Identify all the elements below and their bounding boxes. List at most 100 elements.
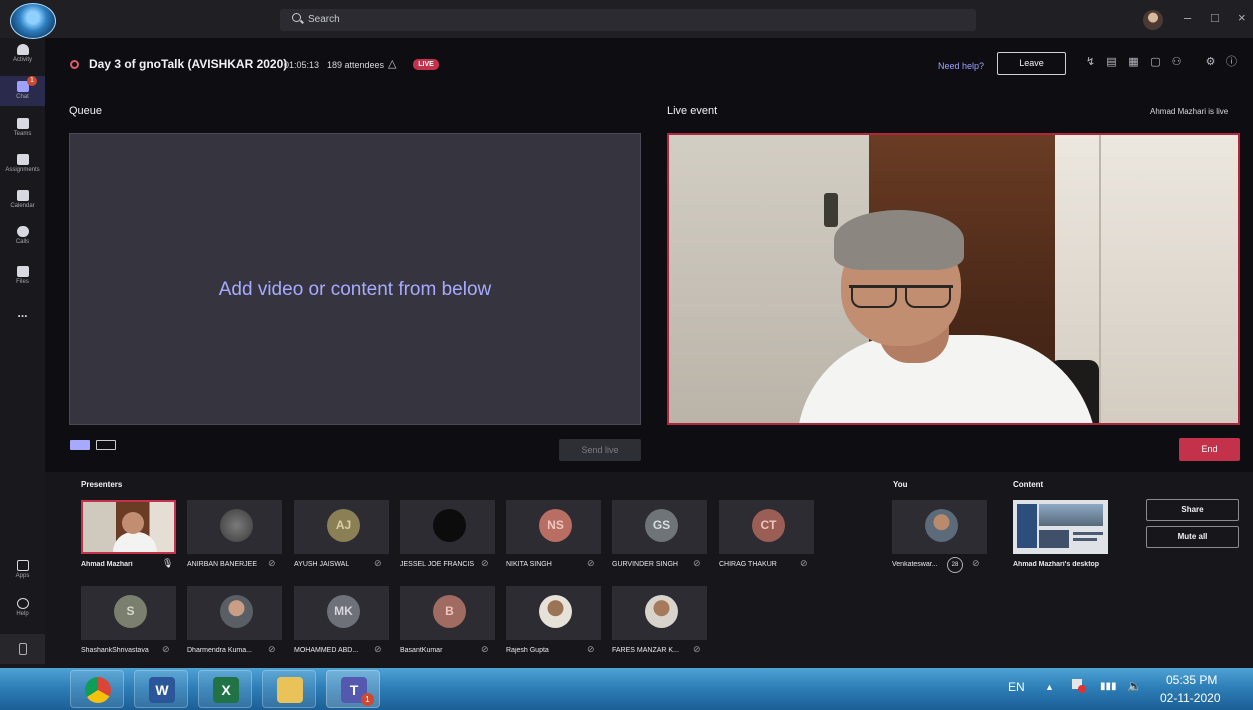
- live-status-text: Ahmad Mazhari is live: [1150, 107, 1229, 116]
- presenters-heading: Presenters: [81, 480, 123, 489]
- mic-off-icon[interactable]: ⊘: [800, 558, 808, 569]
- presenter-tile-rajesh[interactable]: [506, 586, 601, 640]
- profile-avatar[interactable]: [1143, 10, 1163, 30]
- you-tile[interactable]: [892, 500, 987, 554]
- health-icon[interactable]: ↯: [1084, 56, 1097, 69]
- queue-panel[interactable]: Add video or content from below: [69, 133, 641, 425]
- taskbar-word[interactable]: W: [134, 670, 188, 708]
- more-icon[interactable]: ...: [0, 306, 45, 322]
- volume-icon[interactable]: 🔈: [1127, 679, 1142, 693]
- presenter-tile-mohammed[interactable]: MK: [294, 586, 389, 640]
- mic-off-icon[interactable]: ⊘: [481, 558, 489, 569]
- avatar: AJ: [327, 509, 360, 542]
- mic-on-icon[interactable]: 🎙: [162, 558, 173, 569]
- side-by-side-layout-icon[interactable]: [96, 440, 116, 450]
- presenter-name: JESSEL JOE FRANCIS: [400, 561, 475, 568]
- mic-off-icon[interactable]: ⊘: [162, 644, 170, 655]
- taskbar-teams[interactable]: T 1: [326, 670, 380, 708]
- rail-help[interactable]: Help: [0, 598, 45, 624]
- mic-off-icon[interactable]: ⊘: [374, 558, 382, 569]
- warning-icon[interactable]: △: [388, 57, 396, 70]
- presenter-tile-anirban[interactable]: [187, 500, 282, 554]
- help-icon: [16, 598, 29, 609]
- content-tile-desktop[interactable]: [1013, 500, 1108, 554]
- qa-icon[interactable]: ▢: [1149, 56, 1162, 69]
- live-event-heading: Live event: [667, 105, 718, 117]
- presenter-tile-jessel[interactable]: [400, 500, 495, 554]
- rail-apps-label: Apps: [15, 573, 30, 579]
- start-button[interactable]: [10, 3, 56, 39]
- mic-off-icon[interactable]: ⊘: [587, 558, 595, 569]
- live-video-feed: [667, 133, 1240, 425]
- presenter-tile-fares[interactable]: [612, 586, 707, 640]
- mic-off-icon[interactable]: ⊘: [587, 644, 595, 655]
- minimize-button[interactable]: –: [1184, 10, 1191, 25]
- clock-time[interactable]: 05:35 PM: [1166, 673, 1217, 687]
- presenter-name: AYUSH JAISWAL: [294, 561, 350, 568]
- info-icon[interactable]: ⓘ: [1225, 56, 1238, 69]
- presenter-tile-ayush[interactable]: AJ: [294, 500, 389, 554]
- presenter-name: Ahmad Mazhari: [81, 561, 133, 568]
- settings-icon[interactable]: ⚙: [1204, 56, 1217, 69]
- rail-teams[interactable]: Teams: [0, 118, 45, 144]
- presenter-tile-nikita[interactable]: NS: [506, 500, 601, 554]
- presenter-tile-chirag[interactable]: CT: [719, 500, 814, 554]
- rail-calls[interactable]: Calls: [0, 226, 45, 252]
- avatar: [925, 509, 958, 542]
- rail-files[interactable]: Files: [0, 266, 45, 292]
- calendar-icon: [16, 190, 29, 201]
- language-indicator[interactable]: EN: [1008, 680, 1025, 694]
- taskbar-excel[interactable]: X: [198, 670, 252, 708]
- presenter-tile-gurvinder[interactable]: GS: [612, 500, 707, 554]
- mic-off-icon[interactable]: ⊘: [268, 558, 276, 569]
- rail-assignments[interactable]: Assignments: [0, 154, 45, 180]
- live-badge: LIVE: [413, 59, 439, 70]
- notes-icon[interactable]: ▦: [1127, 56, 1140, 69]
- mic-off-icon[interactable]: ⊘: [268, 644, 276, 655]
- rail-apps[interactable]: Apps: [0, 560, 45, 586]
- signal-icon[interactable]: ▮▮▮: [1100, 681, 1117, 692]
- mic-off-icon[interactable]: ⊘: [481, 644, 489, 655]
- close-button[interactable]: ×: [1238, 10, 1246, 25]
- clock-date[interactable]: 02-11-2020: [1160, 691, 1221, 705]
- rail-activity[interactable]: Activity: [0, 44, 45, 72]
- rail-calendar[interactable]: Calendar: [0, 190, 45, 216]
- mute-all-button[interactable]: Mute all: [1146, 526, 1239, 548]
- mic-off-icon[interactable]: ⊘: [693, 558, 701, 569]
- participants-icon[interactable]: ⚇: [1170, 56, 1183, 69]
- presenter-name: GURVINDER SINGH: [612, 561, 678, 568]
- presenter-name: Dharmendra Kuma...: [187, 647, 252, 654]
- elapsed-time: 01:05:13: [284, 60, 320, 70]
- chrome-icon: [85, 677, 111, 703]
- need-help-link[interactable]: Need help?: [938, 61, 984, 71]
- network-flag-icon[interactable]: [1072, 679, 1086, 693]
- mic-off-icon[interactable]: ⊘: [693, 644, 701, 655]
- search-placeholder: Search: [308, 14, 340, 25]
- send-live-button[interactable]: Send live: [559, 439, 641, 461]
- maximize-button[interactable]: □: [1211, 10, 1219, 25]
- recording-indicator-icon: [70, 60, 79, 69]
- presenter-tile-basant[interactable]: B: [400, 586, 495, 640]
- show-hidden-icons-icon[interactable]: ▲: [1045, 682, 1054, 692]
- share-button[interactable]: Share: [1146, 499, 1239, 521]
- single-layout-icon[interactable]: [70, 440, 90, 450]
- end-button[interactable]: End: [1179, 438, 1240, 461]
- leave-button[interactable]: Leave: [997, 52, 1066, 75]
- presenter-tile-shashank[interactable]: S: [81, 586, 176, 640]
- mobile-device-button[interactable]: [0, 634, 45, 664]
- queue-heading: Queue: [69, 105, 103, 117]
- rail-chat[interactable]: 1 Chat: [0, 76, 45, 106]
- presenter-name: MOHAMMED ABD...: [294, 647, 359, 654]
- chat-panel-icon[interactable]: ▤: [1105, 56, 1118, 69]
- teams-icon: [16, 118, 29, 129]
- search-input[interactable]: Search: [280, 9, 976, 31]
- mic-off-icon[interactable]: ⊘: [972, 558, 980, 569]
- rail-calendar-label: Calendar: [10, 203, 35, 209]
- mic-off-icon[interactable]: ⊘: [374, 644, 382, 655]
- presenter-tile-dharmendra[interactable]: [187, 586, 282, 640]
- presenter-name: FARES MANZAR K...: [612, 647, 679, 654]
- taskbar-explorer[interactable]: [262, 670, 316, 708]
- avatar: [539, 595, 572, 628]
- presenter-tile-ahmad[interactable]: [81, 500, 176, 554]
- taskbar-chrome[interactable]: [70, 670, 124, 708]
